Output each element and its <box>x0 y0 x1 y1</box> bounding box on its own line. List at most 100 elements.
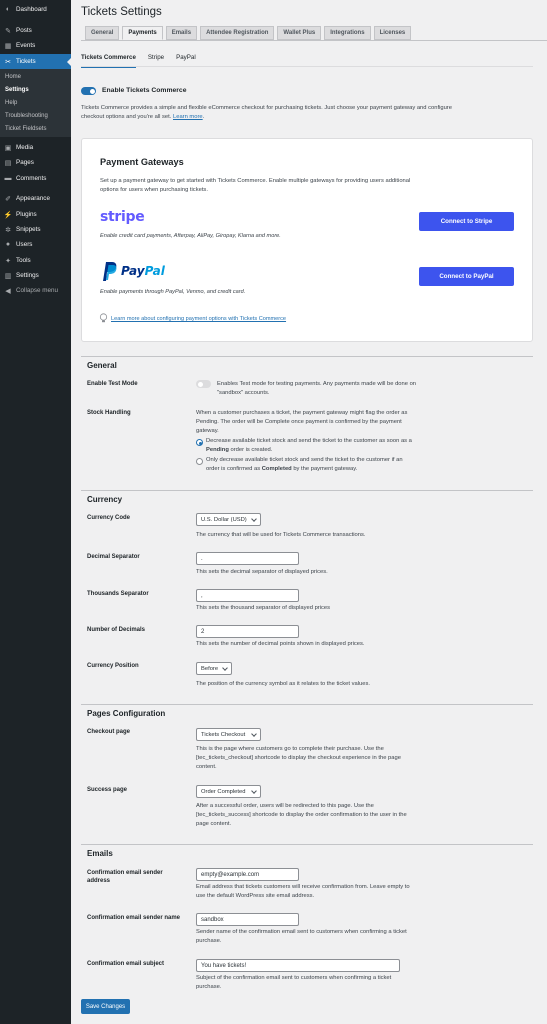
tab-payments[interactable]: Payments <box>122 26 163 40</box>
ticket-icon: ✂ <box>5 58 11 66</box>
stock-option-pending-radio[interactable] <box>196 439 203 446</box>
submenu-settings[interactable]: Settings <box>5 87 29 93</box>
calendar-icon: ▦ <box>4 42 12 50</box>
menu-item-users[interactable]: ● Users <box>0 237 71 252</box>
main-content: Tickets Settings General Payments Emails… <box>71 0 547 1024</box>
intro-text: Tickets Commerce provides a simple and f… <box>81 105 452 120</box>
snippets-icon: ✲ <box>5 226 11 234</box>
wrench-icon: ✦ <box>5 257 11 265</box>
stock-option-completed-label: Only decrease available ticket stock and… <box>206 457 403 472</box>
menu-item-pages[interactable]: ▤ Pages <box>0 155 71 170</box>
pages-configuration-section-title: Pages Configuration <box>81 704 533 718</box>
comment-icon: ▬ <box>4 175 12 182</box>
enable-tickets-commerce-label: Enable Tickets Commerce <box>102 87 187 94</box>
settings-tabs: General Payments Emails Attendee Registr… <box>85 26 412 40</box>
media-icon: ▣ <box>4 144 12 152</box>
learn-more-payment-options-link[interactable]: Learn more about configuring payment opt… <box>111 316 286 322</box>
menu-item-tickets[interactable]: ✂ Tickets <box>0 54 71 69</box>
sender-name-input[interactable]: sandbox <box>196 913 299 926</box>
menu-item-posts[interactable]: ✎ Posts <box>0 23 71 38</box>
menu-item-events[interactable]: ▦ Events <box>0 38 71 53</box>
currency-code-label: Currency Code <box>87 515 131 521</box>
subtabs-divider <box>81 66 533 67</box>
lightbulb-icon <box>99 313 108 323</box>
menu-item-settings[interactable]: ▥ Settings <box>0 268 71 283</box>
pages-icon: ▤ <box>4 159 12 167</box>
menu-item-plugins[interactable]: ⚡ Plugins <box>0 207 71 222</box>
currency-code-select[interactable]: U.S. Dollar (USD) <box>196 513 261 526</box>
stripe-logo: stripe <box>100 209 145 225</box>
submenu-help[interactable]: Help <box>5 100 17 106</box>
connect-stripe-button[interactable]: Connect to Stripe <box>419 212 514 231</box>
currency-position-select[interactable]: Before <box>196 662 232 675</box>
settings-icon: ▥ <box>4 272 12 280</box>
tab-wallet-plus[interactable]: Wallet Plus <box>277 26 322 40</box>
connect-paypal-button[interactable]: Connect to PayPal <box>419 267 514 286</box>
submenu-troubleshooting[interactable]: Troubleshooting <box>5 113 48 119</box>
paypal-logo-pal: Pal <box>144 264 165 278</box>
test-mode-toggle[interactable] <box>196 380 211 388</box>
email-subject-input[interactable]: You have tickets! <box>196 959 400 972</box>
tab-attendee-registration[interactable]: Attendee Registration <box>200 26 275 40</box>
menu-item-snippets[interactable]: ✲ Snippets <box>0 222 71 237</box>
general-section-title: General <box>81 356 533 370</box>
tab-licenses[interactable]: Licenses <box>373 26 412 40</box>
stock-handling-label: Stock Handling <box>87 410 131 416</box>
sender-address-input[interactable]: empty@example.com <box>196 868 299 881</box>
menu-item-media[interactable]: ▣ Media <box>0 140 71 155</box>
menu-item-tools[interactable]: ✦ Tools <box>0 253 71 268</box>
sender-address-description: Email address that tickets customers wil… <box>196 884 410 899</box>
admin-sidebar: ◐ Dashboard ✎ Posts ▦ Events ✂ Tickets Home … <box>0 0 71 1024</box>
thousands-separator-input[interactable]: , <box>196 589 299 602</box>
checkout-page-description: This is the page where customers go to c… <box>196 746 401 770</box>
tabs-divider <box>81 40 547 41</box>
tab-general[interactable]: General <box>85 26 120 40</box>
test-mode-label: Enable Test Mode <box>87 381 138 387</box>
checkout-page-select[interactable]: Tickets Checkout <box>196 728 261 741</box>
paypal-description: Enable payments through PayPal, Venmo, a… <box>100 289 246 295</box>
currency-section-title: Currency <box>81 490 533 504</box>
success-page-description: After a successful order, users will be … <box>196 803 407 827</box>
submenu-ticket-fieldsets[interactable]: Ticket Fieldsets <box>5 126 46 132</box>
email-subject-label: Confirmation email subject <box>87 961 165 967</box>
stripe-description: Enable credit card payments, Afterpay, A… <box>100 233 281 239</box>
plugin-icon: ⚡ <box>3 211 13 219</box>
submenu-home[interactable]: Home <box>5 74 21 80</box>
tab-integrations[interactable]: Integrations <box>324 26 371 40</box>
brush-icon: ✐ <box>5 195 11 203</box>
chevron-down-icon <box>251 788 257 794</box>
chevron-down-icon <box>222 665 228 671</box>
tickets-submenu: Home Settings Help Troubleshooting Ticke… <box>0 69 71 137</box>
tab-emails[interactable]: Emails <box>165 26 198 40</box>
test-mode-description: Enables Test mode for testing payments. … <box>217 381 417 396</box>
chevron-down-icon <box>251 731 257 737</box>
decimal-separator-label: Decimal Separator <box>87 554 140 560</box>
save-changes-button[interactable]: Save Changes <box>81 999 130 1014</box>
decimal-separator-description: This sets the decimal separator of displ… <box>196 569 328 575</box>
paypal-icon <box>103 262 117 281</box>
menu-item-appearance[interactable]: ✐ Appearance <box>0 191 71 206</box>
enable-tickets-commerce-toggle[interactable] <box>81 87 96 95</box>
collapse-menu-button[interactable]: ◀ Collapse menu <box>0 283 71 298</box>
currency-code-description: The currency that will be used for Ticke… <box>196 532 366 538</box>
thousands-separator-label: Thousands Separator <box>87 591 149 597</box>
pin-icon: ✎ <box>5 27 11 35</box>
sender-name-description: Sender name of the confirmation email se… <box>196 929 407 944</box>
stock-option-completed-radio[interactable] <box>196 458 203 465</box>
email-subject-description: Subject of the confirmation email sent t… <box>196 975 392 990</box>
payment-gateways-description: Set up a payment gateway to get started … <box>100 178 411 193</box>
learn-more-link[interactable]: Learn more <box>173 114 203 120</box>
sender-address-label: Confirmation email sender address <box>87 870 163 884</box>
thousands-separator-description: This sets the thousand separator of disp… <box>196 605 331 611</box>
stock-option-pending-label: Decrease available ticket stock and send… <box>206 438 412 453</box>
paypal-logo: PayPal <box>100 260 165 282</box>
page-title: Tickets Settings <box>81 6 162 18</box>
currency-position-description: The position of the currency symbol as i… <box>196 681 370 687</box>
decimal-separator-input[interactable]: . <box>196 552 299 565</box>
menu-item-comments[interactable]: ▬ Comments <box>0 171 71 186</box>
currency-position-label: Currency Position <box>87 663 139 669</box>
number-of-decimals-input[interactable]: 2 <box>196 625 299 638</box>
success-page-select[interactable]: Order Completed <box>196 785 261 798</box>
payment-gateways-card: Payment Gateways Set up a payment gatewa… <box>81 138 533 342</box>
menu-item-dashboard[interactable]: ◐ Dashboard <box>0 2 71 17</box>
